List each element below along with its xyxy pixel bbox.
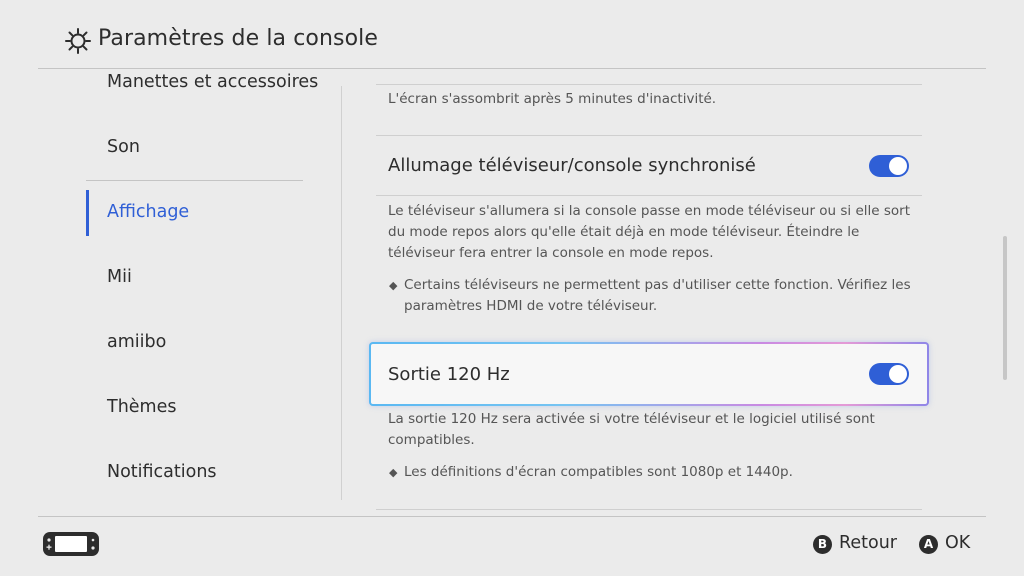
sidebar-item-son[interactable]: Son [107, 137, 140, 157]
120hz-note-line: Les définitions d'écran compatibles sont… [404, 464, 793, 480]
toggle-knob [889, 157, 907, 175]
a-button-icon[interactable]: A [919, 535, 938, 554]
sidebar-item-mii[interactable]: Mii [107, 267, 132, 287]
120hz-description-line: compatibles. [388, 432, 475, 448]
120hz-description-line: La sortie 120 Hz sera activée si votre t… [388, 411, 875, 427]
sync-description-line: Le téléviseur s'allumera si la console p… [388, 203, 911, 219]
sync-description-line: téléviseur fera entrer la console en mod… [388, 245, 714, 261]
setting-description: L'écran s'assombrit après 5 minutes d'in… [388, 91, 717, 107]
page-title: Paramètres de la console [98, 26, 378, 51]
sync-note-line: paramètres HDMI de votre téléviseur. [404, 298, 658, 314]
setting-120hz-label[interactable]: Sortie 120 Hz [388, 364, 510, 385]
header-divider [38, 68, 986, 69]
gear-icon [65, 28, 91, 54]
console-handheld-icon [43, 532, 99, 556]
sidebar-item-notifications[interactable]: Notifications [107, 462, 217, 482]
row-divider [376, 509, 922, 510]
sidebar-item-amiibo[interactable]: amiibo [107, 332, 166, 352]
sync-description-line: du mode repos alors qu'elle était déjà e… [388, 224, 860, 240]
row-divider [376, 135, 922, 136]
back-button[interactable]: Retour [839, 533, 897, 553]
scrollbar[interactable] [1003, 236, 1007, 380]
sync-note-line: Certains téléviseurs ne permettent pas d… [404, 277, 911, 293]
footer-divider [38, 516, 986, 517]
120hz-toggle[interactable] [869, 363, 909, 385]
sidebar-active-indicator [86, 190, 89, 236]
toggle-knob [889, 365, 907, 383]
row-divider [376, 195, 922, 196]
header: Paramètres de la console [0, 0, 1024, 68]
sidebar-item-manettes[interactable]: Manettes et accessoires [107, 72, 318, 92]
pane-divider [341, 86, 342, 500]
b-button-icon[interactable]: B [813, 535, 832, 554]
diamond-bullet-icon: ◆ [389, 279, 398, 292]
sync-toggle[interactable] [869, 155, 909, 177]
ok-button[interactable]: OK [945, 533, 970, 553]
row-divider [376, 84, 922, 85]
sidebar-item-themes[interactable]: Thèmes [107, 397, 176, 417]
diamond-bullet-icon: ◆ [389, 466, 398, 479]
sidebar-item-affichage[interactable]: Affichage [107, 202, 189, 222]
sidebar-separator [86, 180, 303, 181]
setting-sync-label[interactable]: Allumage téléviseur/console synchronisé [388, 155, 756, 176]
